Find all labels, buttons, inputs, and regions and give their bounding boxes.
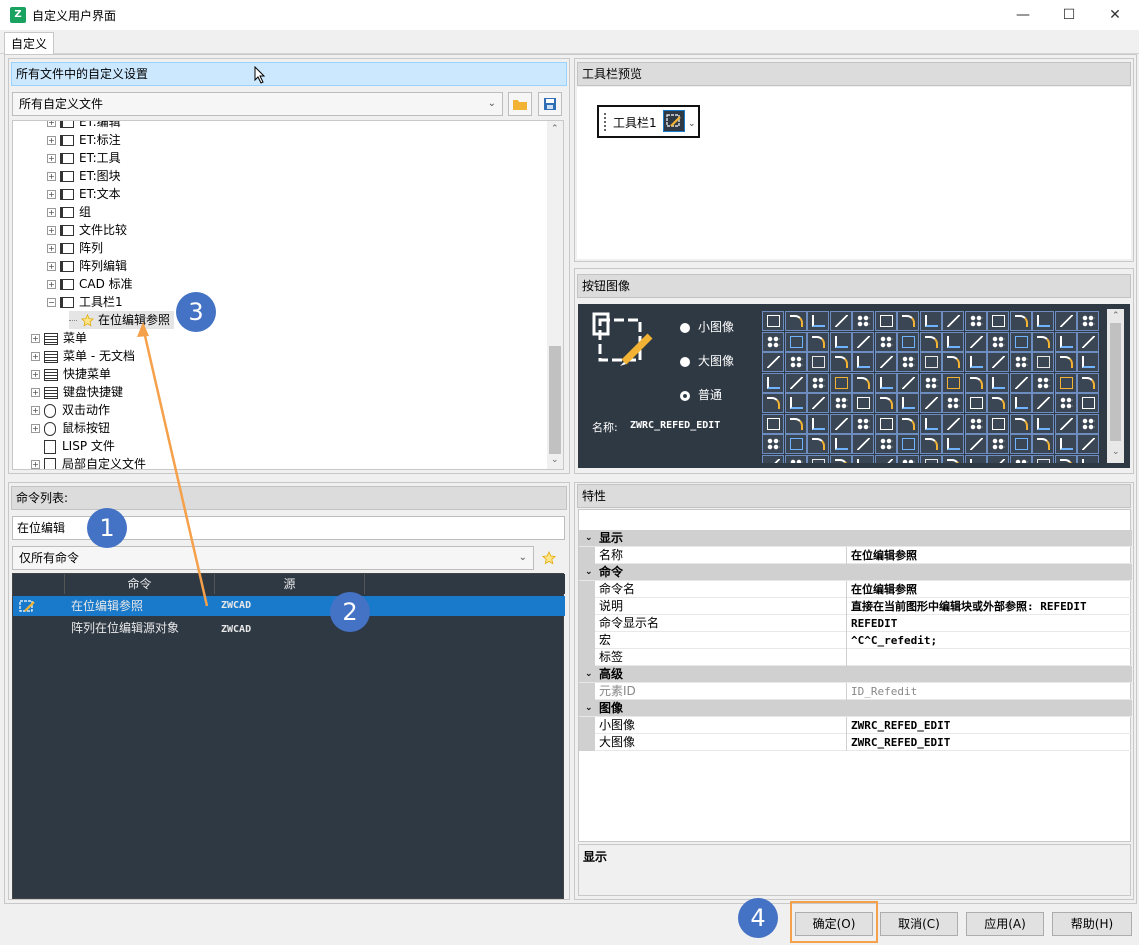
annotation-arrow [137,322,209,607]
step-badge-2: 2 [330,592,370,632]
step-badge-1: 1 [87,508,127,548]
step-badge-4: 4 [738,898,778,938]
step-badge-3: 3 [176,292,216,332]
